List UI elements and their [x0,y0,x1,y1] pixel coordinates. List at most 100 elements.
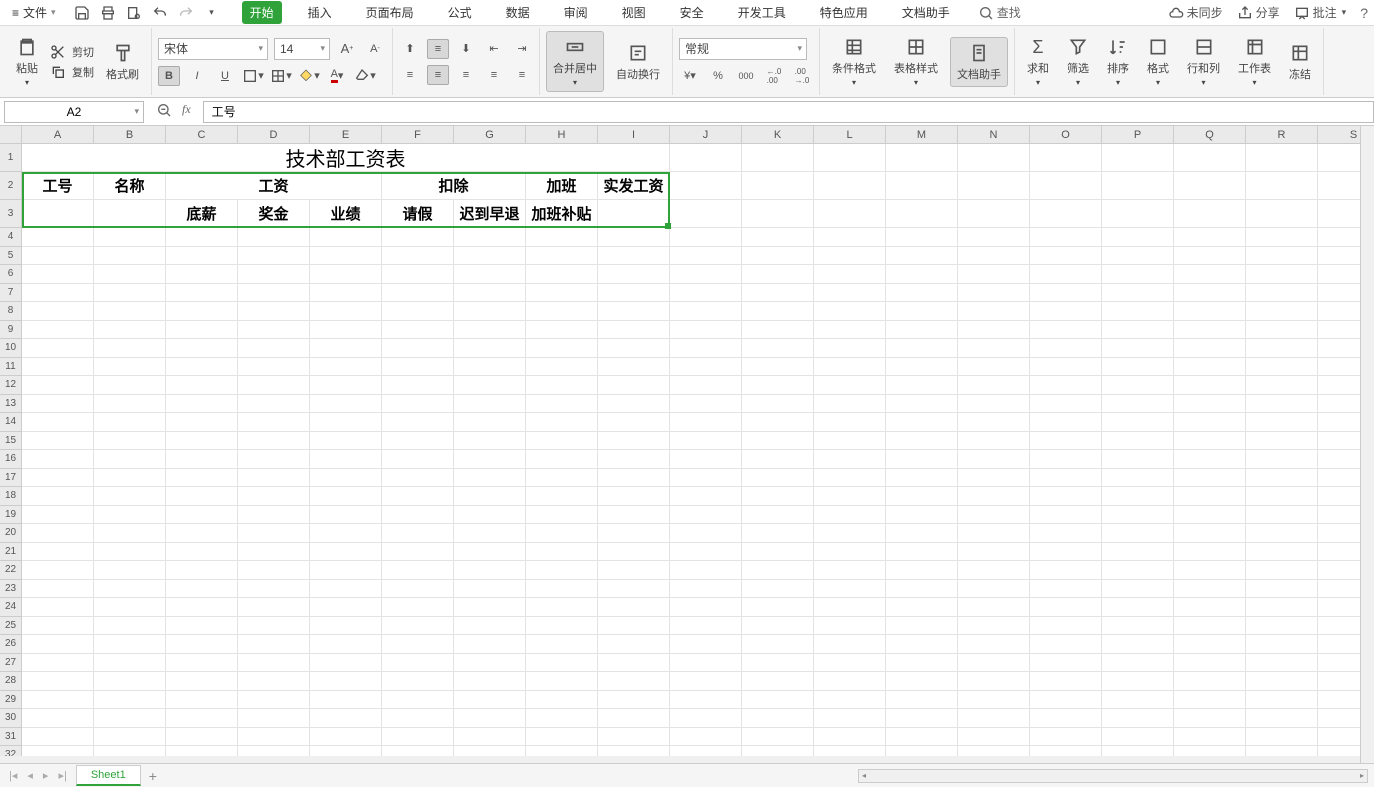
cell[interactable] [454,432,526,451]
cell[interactable] [382,672,454,691]
cell[interactable] [382,580,454,599]
cell[interactable] [886,247,958,266]
cell[interactable] [238,561,310,580]
cell[interactable] [958,321,1030,340]
cell[interactable] [1174,247,1246,266]
cell[interactable] [1030,358,1102,377]
cell[interactable] [886,172,958,200]
cell[interactable] [526,413,598,432]
scroll-left-icon[interactable]: ◂ [859,770,869,782]
cell[interactable] [958,144,1030,172]
cell[interactable] [382,376,454,395]
cell[interactable] [1030,617,1102,636]
cell[interactable] [1174,524,1246,543]
cell[interactable] [94,746,166,756]
cell[interactable] [310,469,382,488]
cell[interactable] [670,746,742,756]
cell[interactable] [670,672,742,691]
cell[interactable] [1174,200,1246,228]
cell[interactable] [670,709,742,728]
cell[interactable] [1030,302,1102,321]
cell[interactable] [670,580,742,599]
cell[interactable] [598,413,670,432]
cell[interactable] [1102,635,1174,654]
cell[interactable] [382,709,454,728]
cell[interactable] [886,561,958,580]
cell[interactable] [382,432,454,451]
cell[interactable] [454,450,526,469]
cell[interactable] [382,228,454,247]
help-button[interactable]: ? [1360,5,1368,21]
cell[interactable] [166,358,238,377]
cell[interactable] [1246,321,1318,340]
row-header-21[interactable]: 21 [0,543,22,562]
cut-button[interactable]: 剪切 [50,44,94,60]
cell[interactable] [958,376,1030,395]
cell[interactable] [598,561,670,580]
cell[interactable] [526,728,598,747]
cell[interactable] [238,395,310,414]
col-header-N[interactable]: N [958,126,1030,144]
cell[interactable] [94,691,166,710]
cell[interactable] [598,376,670,395]
cell[interactable] [958,284,1030,303]
cell[interactable] [238,228,310,247]
cell[interactable] [814,172,886,200]
hdr-overtime[interactable]: 加班 [526,172,598,200]
cell[interactable] [1246,654,1318,673]
merge-center-button[interactable]: 合并居中▾ [546,31,604,92]
cell[interactable] [22,635,94,654]
cell[interactable] [1102,709,1174,728]
cell[interactable] [382,598,454,617]
cell[interactable] [1246,561,1318,580]
cell[interactable] [382,487,454,506]
cell[interactable] [1174,395,1246,414]
italic-button[interactable]: I [186,66,208,86]
cell[interactable] [1102,469,1174,488]
undo-icon[interactable] [152,5,168,21]
cell[interactable] [958,691,1030,710]
cell[interactable] [238,506,310,525]
cell[interactable] [166,228,238,247]
cell[interactable] [1174,358,1246,377]
cell[interactable] [670,395,742,414]
row-header-14[interactable]: 14 [0,413,22,432]
cell[interactable] [526,635,598,654]
cell[interactable] [1246,395,1318,414]
number-format-combo[interactable]: 常规 [679,38,807,60]
cell[interactable] [670,265,742,284]
col-header-Q[interactable]: Q [1174,126,1246,144]
row-header-17[interactable]: 17 [0,469,22,488]
cell[interactable] [958,746,1030,756]
cell[interactable] [814,728,886,747]
row-header-6[interactable]: 6 [0,265,22,284]
hdr-jobno[interactable]: 工号 [22,172,94,200]
cell[interactable] [310,376,382,395]
copy-button[interactable]: 复制 [50,64,94,80]
cell[interactable] [742,395,814,414]
cell[interactable] [814,487,886,506]
cell[interactable] [814,265,886,284]
cell[interactable] [454,654,526,673]
cell[interactable] [598,543,670,562]
decrease-decimal-button[interactable]: .00→.0 [791,66,813,86]
cell[interactable] [886,432,958,451]
row-header-7[interactable]: 7 [0,284,22,303]
cell[interactable] [670,247,742,266]
cell[interactable] [1246,469,1318,488]
col-header-H[interactable]: H [526,126,598,144]
cell[interactable] [742,709,814,728]
fill-color-button[interactable]: ▾ [298,66,320,86]
cell[interactable] [670,506,742,525]
cell[interactable] [238,709,310,728]
cell[interactable] [742,691,814,710]
cell[interactable]: 请假 [382,200,454,228]
cell[interactable] [1174,339,1246,358]
cell[interactable] [1102,144,1174,172]
row-header-29[interactable]: 29 [0,691,22,710]
cell[interactable] [526,746,598,756]
cell[interactable] [670,413,742,432]
cell[interactable] [598,200,670,228]
cell[interactable] [310,339,382,358]
cell[interactable] [454,746,526,756]
